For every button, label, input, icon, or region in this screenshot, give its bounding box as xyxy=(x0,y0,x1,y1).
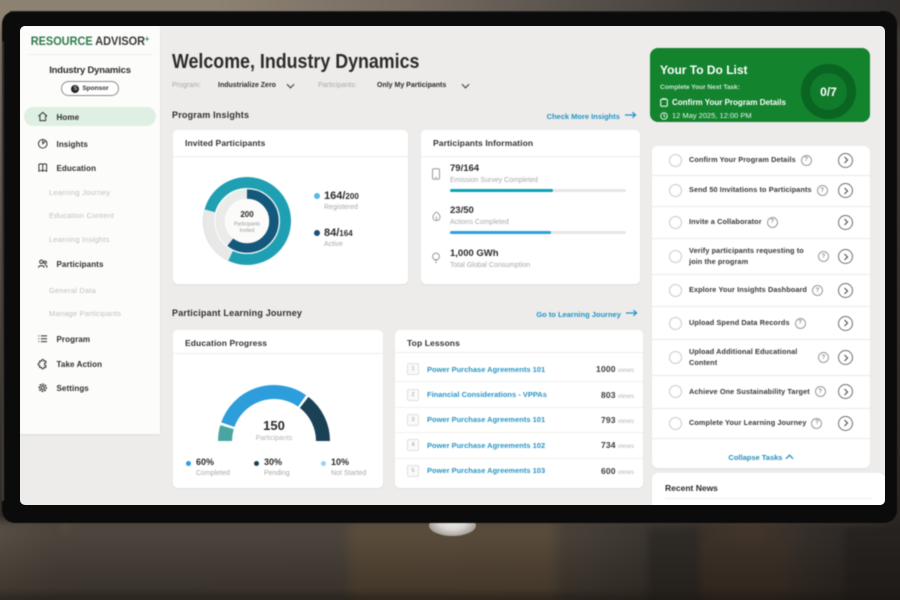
svg-text:Participants: Participants xyxy=(256,435,293,442)
svg-text:Participants: Participants xyxy=(234,222,261,228)
svg-text:Invited: Invited xyxy=(240,228,255,234)
svg-text:150: 150 xyxy=(263,418,285,433)
svg-text:200: 200 xyxy=(240,210,254,219)
